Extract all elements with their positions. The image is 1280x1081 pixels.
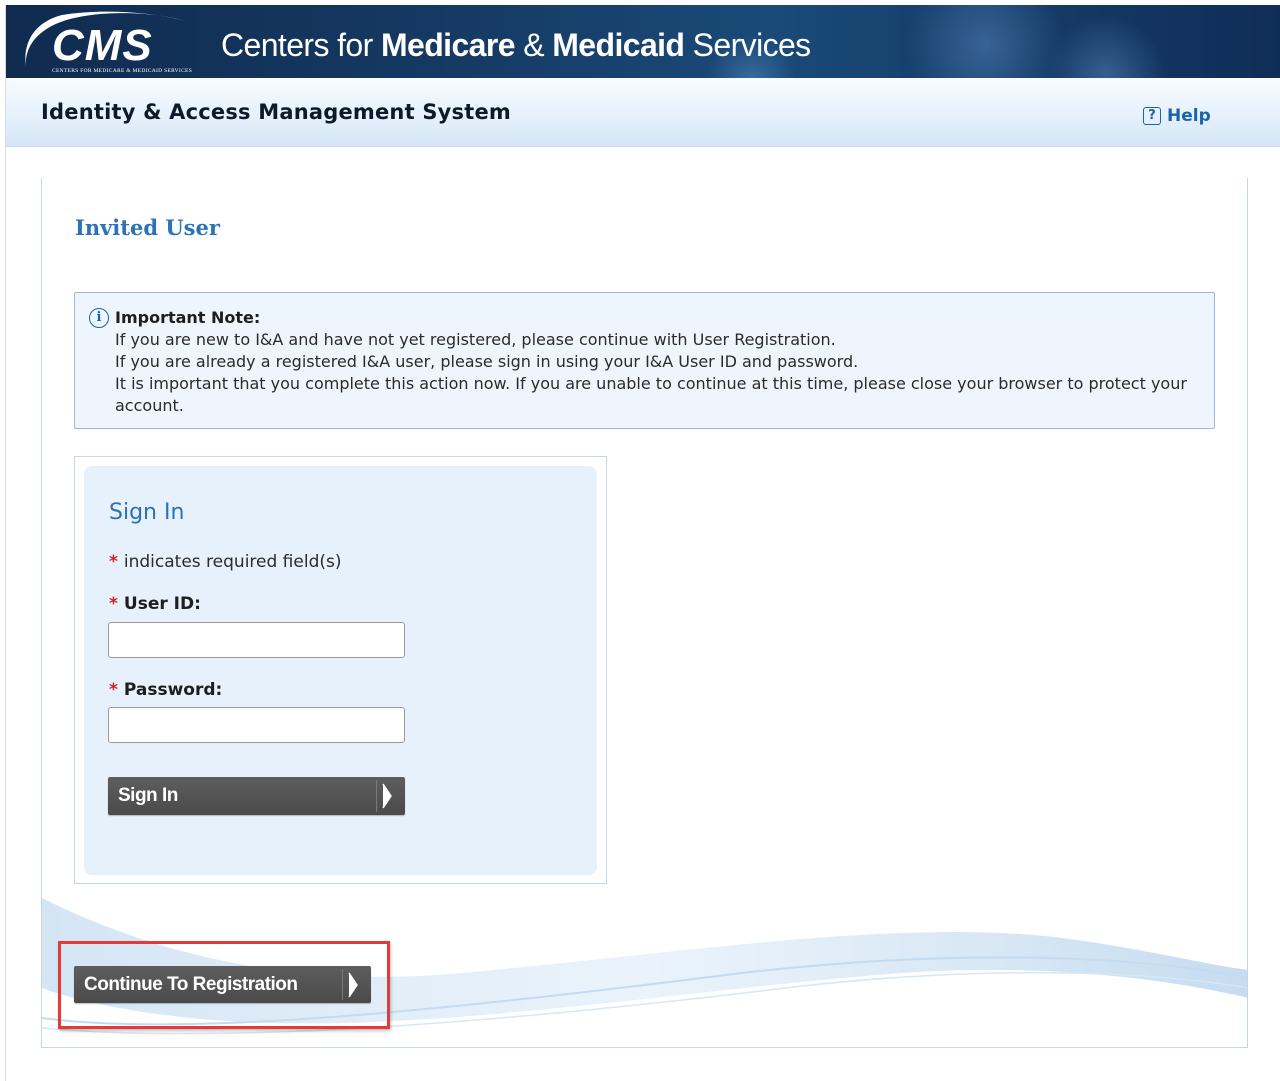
agency-prefix: Centers for [221, 27, 381, 63]
help-link[interactable]: ? Help [1143, 106, 1211, 126]
help-label: Help [1167, 106, 1211, 126]
important-note: i Important Note: If you are new to I&A … [74, 292, 1215, 429]
page-heading: Invited User [75, 215, 220, 240]
required-note-text: indicates required field(s) [123, 552, 342, 572]
button-divider [376, 780, 377, 812]
user-id-input[interactable] [108, 622, 405, 658]
info-icon: i [89, 308, 109, 328]
logo-subtitle: CENTERS FOR MEDICARE & MEDICAID SERVICES [52, 68, 193, 74]
banner-glow [906, 5, 1066, 78]
banner-glow [1046, 15, 1166, 78]
required-star: * [109, 680, 118, 700]
content-card: Invited User i Important Note: If you ar… [41, 178, 1248, 1048]
note-line: If you are new to I&A and have not yet r… [115, 330, 836, 349]
note-text: If you are new to I&A and have not yet r… [115, 329, 1205, 417]
password-label-text: Password: [123, 680, 223, 700]
signin-title: Sign In [109, 500, 185, 525]
page-frame: CMS CENTERS FOR MEDICARE & MEDICAID SERV… [5, 5, 1280, 1081]
agency-medicaid: Medicaid [552, 27, 685, 63]
signin-panel: Sign In * indicates required field(s) * Us… [74, 456, 607, 884]
system-header: Identity & Access Management System ? He… [6, 78, 1280, 147]
chevron-right-icon [382, 783, 392, 809]
logo-text: CMS [52, 21, 153, 70]
highlight-annotation [58, 941, 390, 1029]
required-star: * [109, 552, 118, 572]
note-title: Important Note: [115, 308, 261, 327]
note-line: It is important that you complete this a… [115, 374, 1187, 415]
cms-logo: CMS CENTERS FOR MEDICARE & MEDICAID SERV… [18, 11, 218, 77]
agency-suffix: Services [684, 27, 812, 63]
system-title: Identity & Access Management System [41, 100, 512, 124]
sign-in-button[interactable]: Sign In [108, 777, 405, 815]
cms-banner: CMS CENTERS FOR MEDICARE & MEDICAID SERV… [6, 5, 1280, 78]
password-label: * Password: [109, 680, 222, 700]
sign-in-button-label: Sign In [118, 785, 178, 806]
agency-amp: & [514, 27, 553, 63]
required-star: * [109, 594, 118, 614]
user-id-label: * User ID: [109, 594, 201, 614]
required-note: * indicates required field(s) [109, 552, 342, 572]
agency-medicare: Medicare [380, 27, 516, 63]
signin-form: Sign In * indicates required field(s) * Us… [84, 466, 597, 875]
agency-name: Centers for Medicare & Medicaid Services [221, 25, 811, 65]
user-id-label-text: User ID: [123, 594, 201, 614]
password-input[interactable] [108, 707, 405, 743]
help-icon: ? [1143, 107, 1161, 125]
note-line: If you are already a registered I&A user… [115, 352, 859, 371]
